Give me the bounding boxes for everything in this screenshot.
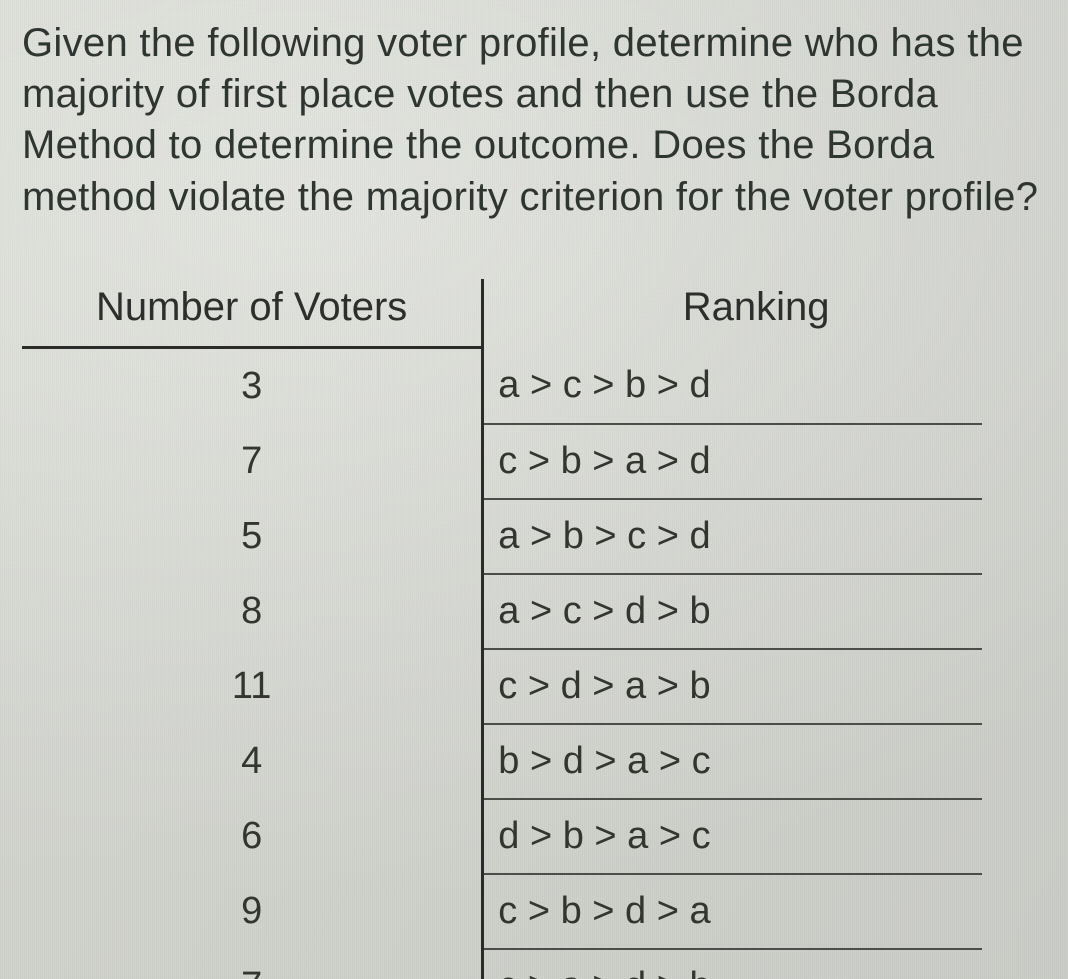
voters-cell: 8 (22, 574, 483, 649)
ranking-cell: c > a > d > b (483, 949, 982, 979)
voters-cell: 6 (22, 799, 483, 874)
table-header-row: Number of Voters Ranking (22, 279, 982, 348)
voter-profile-table-wrap: Number of Voters Ranking 3 a > c > b > d… (22, 279, 982, 979)
table-row: 7 c > b > a > d (22, 424, 982, 499)
voters-cell: 9 (22, 874, 483, 949)
ranking-cell: c > b > a > d (483, 424, 982, 499)
voters-cell: 7 (22, 424, 483, 499)
table-row: 8 a > c > d > b (22, 574, 982, 649)
ranking-cell: a > b > c > d (483, 499, 982, 574)
voter-profile-table: Number of Voters Ranking 3 a > c > b > d… (22, 279, 982, 979)
voters-cell: 7 (22, 949, 483, 979)
ranking-cell: c > d > a > b (483, 649, 982, 724)
table-row: 6 d > b > a > c (22, 799, 982, 874)
ranking-cell: b > d > a > c (483, 724, 982, 799)
ranking-cell: c > b > d > a (483, 874, 982, 949)
table-row: 5 a > b > c > d (22, 499, 982, 574)
ranking-cell: a > c > d > b (483, 574, 982, 649)
header-number-of-voters: Number of Voters (22, 279, 483, 348)
table-row: 11 c > d > a > b (22, 649, 982, 724)
ranking-cell: a > c > b > d (483, 347, 982, 424)
table-row: 7 c > a > d > b (22, 949, 982, 979)
voters-cell: 3 (22, 347, 483, 424)
voters-cell: 11 (22, 649, 483, 724)
table-row: 4 b > d > a > c (22, 724, 982, 799)
table-row: 9 c > b > d > a (22, 874, 982, 949)
voters-cell: 5 (22, 499, 483, 574)
ranking-cell: d > b > a > c (483, 799, 982, 874)
voters-cell: 4 (22, 724, 483, 799)
page: Given the following voter profile, deter… (0, 0, 1068, 979)
header-ranking: Ranking (483, 279, 982, 348)
table-row: 3 a > c > b > d (22, 347, 982, 424)
question-text: Given the following voter profile, deter… (22, 18, 1046, 223)
